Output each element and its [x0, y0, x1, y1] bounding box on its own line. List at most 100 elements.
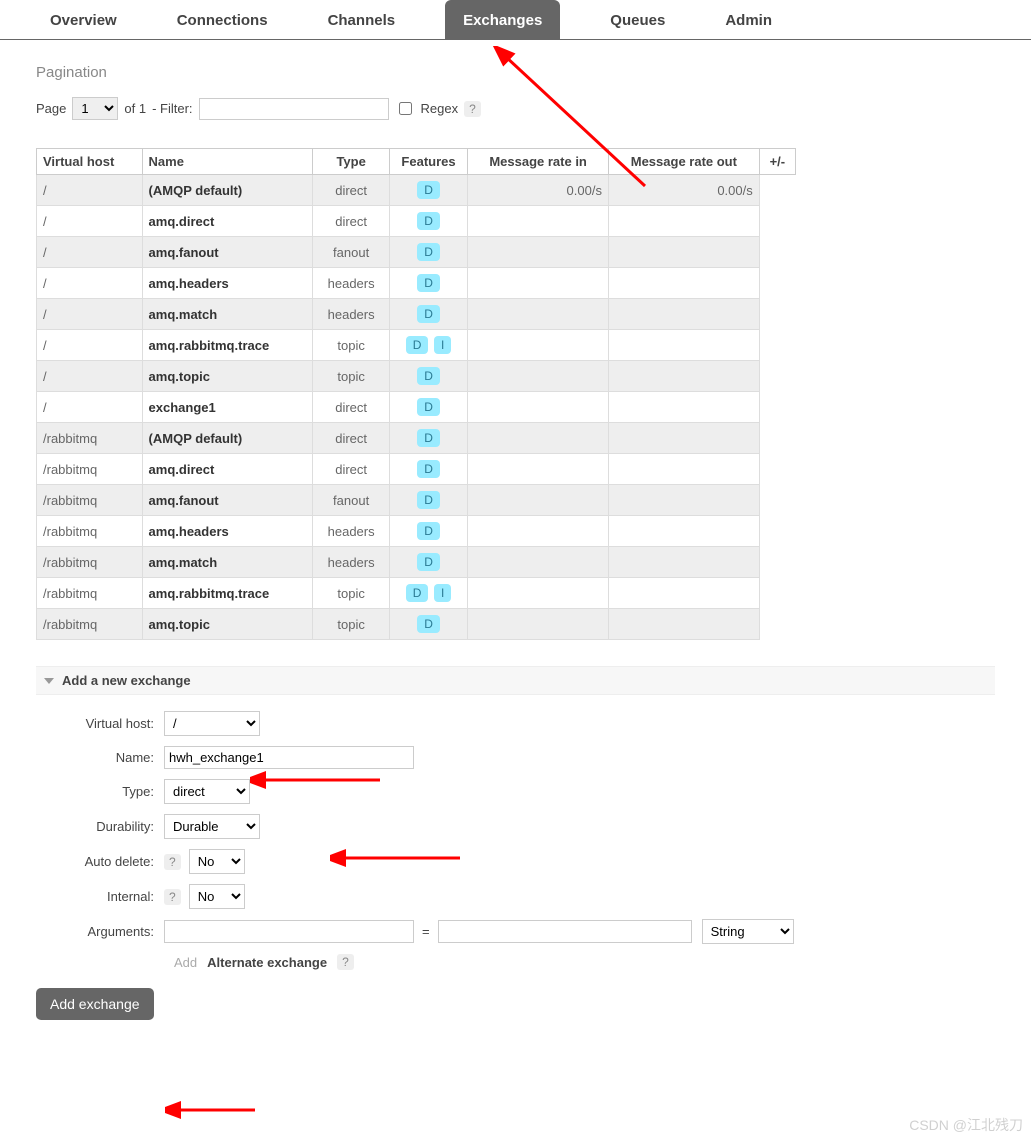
tab-exchanges[interactable]: Exchanges [445, 0, 560, 39]
arg-key-input[interactable] [164, 920, 414, 943]
cell-type: direct [313, 175, 389, 206]
filter-input[interactable] [199, 98, 389, 120]
cell-features: D [389, 237, 467, 268]
cell-features: D [389, 516, 467, 547]
feature-tag: D [417, 460, 440, 478]
cell-vhost: / [37, 361, 143, 392]
col-rate-in[interactable]: Message rate in [468, 149, 609, 175]
table-row: /amq.topictopicD [37, 361, 796, 392]
name-input[interactable] [164, 746, 414, 769]
cell-rate-out [608, 609, 759, 640]
cell-vhost: /rabbitmq [37, 485, 143, 516]
table-row: /amq.headersheadersD [37, 268, 796, 299]
table-row: /rabbitmq(AMQP default)directD [37, 423, 796, 454]
cell-features: D [389, 175, 467, 206]
col-plus-minus[interactable]: +/- [759, 149, 795, 175]
cell-type: direct [313, 206, 389, 237]
cell-name[interactable]: amq.rabbitmq.trace [142, 330, 313, 361]
alternate-exchange-link[interactable]: Alternate exchange [207, 955, 327, 970]
col-rate-out[interactable]: Message rate out [608, 149, 759, 175]
cell-name[interactable]: exchange1 [142, 392, 313, 423]
cell-name[interactable]: amq.topic [142, 361, 313, 392]
cell-name[interactable]: amq.match [142, 547, 313, 578]
cell-rate-in [468, 516, 609, 547]
cell-features: D I [389, 578, 467, 609]
arg-value-input[interactable] [438, 920, 692, 943]
cell-type: direct [313, 392, 389, 423]
top-tabs: Overview Connections Channels Exchanges … [0, 0, 1031, 40]
cell-rate-out [608, 578, 759, 609]
cell-features: D I [389, 330, 467, 361]
cell-rate-out [608, 361, 759, 392]
add-exchange-button[interactable]: Add exchange [36, 988, 154, 1020]
cell-name[interactable]: amq.direct [142, 206, 313, 237]
col-features[interactable]: Features [389, 149, 467, 175]
cell-rate-in [468, 361, 609, 392]
feature-tag: D [417, 305, 440, 323]
cell-vhost: / [37, 237, 143, 268]
col-vhost[interactable]: Virtual host [37, 149, 143, 175]
cell-name[interactable]: (AMQP default) [142, 175, 313, 206]
arg-type-select[interactable]: String [702, 919, 794, 944]
cell-name[interactable]: amq.direct [142, 454, 313, 485]
add-exchange-header[interactable]: Add a new exchange [36, 666, 995, 695]
cell-rate-in [468, 299, 609, 330]
cell-name[interactable]: amq.fanout [142, 237, 313, 268]
args-add-label: Add [174, 955, 197, 970]
feature-tag: I [434, 584, 451, 602]
cell-name[interactable]: amq.fanout [142, 485, 313, 516]
cell-vhost: /rabbitmq [37, 454, 143, 485]
cell-rate-in [468, 392, 609, 423]
vhost-select[interactable]: / [164, 711, 260, 736]
regex-checkbox[interactable] [399, 102, 412, 115]
type-select[interactable]: direct [164, 779, 250, 804]
feature-tag: D [417, 274, 440, 292]
exchanges-table: Virtual host Name Type Features Message … [36, 148, 796, 640]
cell-rate-in [468, 485, 609, 516]
tab-queues[interactable]: Queues [600, 0, 675, 39]
cell-name[interactable]: amq.headers [142, 516, 313, 547]
auto-delete-select[interactable]: No [189, 849, 245, 874]
cell-vhost: /rabbitmq [37, 547, 143, 578]
auto-delete-help-icon[interactable]: ? [164, 854, 181, 870]
cell-rate-in [468, 609, 609, 640]
cell-features: D [389, 485, 467, 516]
table-row: /amq.fanoutfanoutD [37, 237, 796, 268]
cell-name[interactable]: amq.headers [142, 268, 313, 299]
internal-label: Internal: [36, 889, 164, 904]
cell-rate-out [608, 268, 759, 299]
cell-rate-out [608, 423, 759, 454]
cell-name[interactable]: amq.rabbitmq.trace [142, 578, 313, 609]
tab-channels[interactable]: Channels [318, 0, 406, 39]
cell-name[interactable]: amq.topic [142, 609, 313, 640]
cell-vhost: /rabbitmq [37, 609, 143, 640]
feature-tag: D [417, 615, 440, 633]
cell-rate-in [468, 268, 609, 299]
alt-exchange-help-icon[interactable]: ? [337, 954, 354, 970]
add-exchange-section: Add a new exchange Virtual host: / Name:… [36, 666, 995, 1020]
table-row: /rabbitmqamq.directdirectD [37, 454, 796, 485]
tab-connections[interactable]: Connections [167, 0, 278, 39]
page-label: Page [36, 101, 66, 116]
internal-help-icon[interactable]: ? [164, 889, 181, 905]
tab-admin[interactable]: Admin [715, 0, 782, 39]
tab-overview[interactable]: Overview [40, 0, 127, 39]
cell-vhost: / [37, 392, 143, 423]
type-label: Type: [36, 784, 164, 799]
pagination-title: Pagination [36, 64, 995, 81]
col-name[interactable]: Name [142, 149, 313, 175]
page-select[interactable]: 1 [72, 97, 118, 120]
regex-help-icon[interactable]: ? [464, 101, 481, 117]
durability-select[interactable]: Durable [164, 814, 260, 839]
feature-tag: D [406, 336, 429, 354]
cell-features: D [389, 268, 467, 299]
vhost-label: Virtual host: [36, 716, 164, 731]
cell-features: D [389, 206, 467, 237]
cell-vhost: / [37, 268, 143, 299]
col-type[interactable]: Type [313, 149, 389, 175]
cell-name[interactable]: (AMQP default) [142, 423, 313, 454]
table-row: /amq.directdirectD [37, 206, 796, 237]
cell-name[interactable]: amq.match [142, 299, 313, 330]
cell-type: topic [313, 609, 389, 640]
internal-select[interactable]: No [189, 884, 245, 909]
